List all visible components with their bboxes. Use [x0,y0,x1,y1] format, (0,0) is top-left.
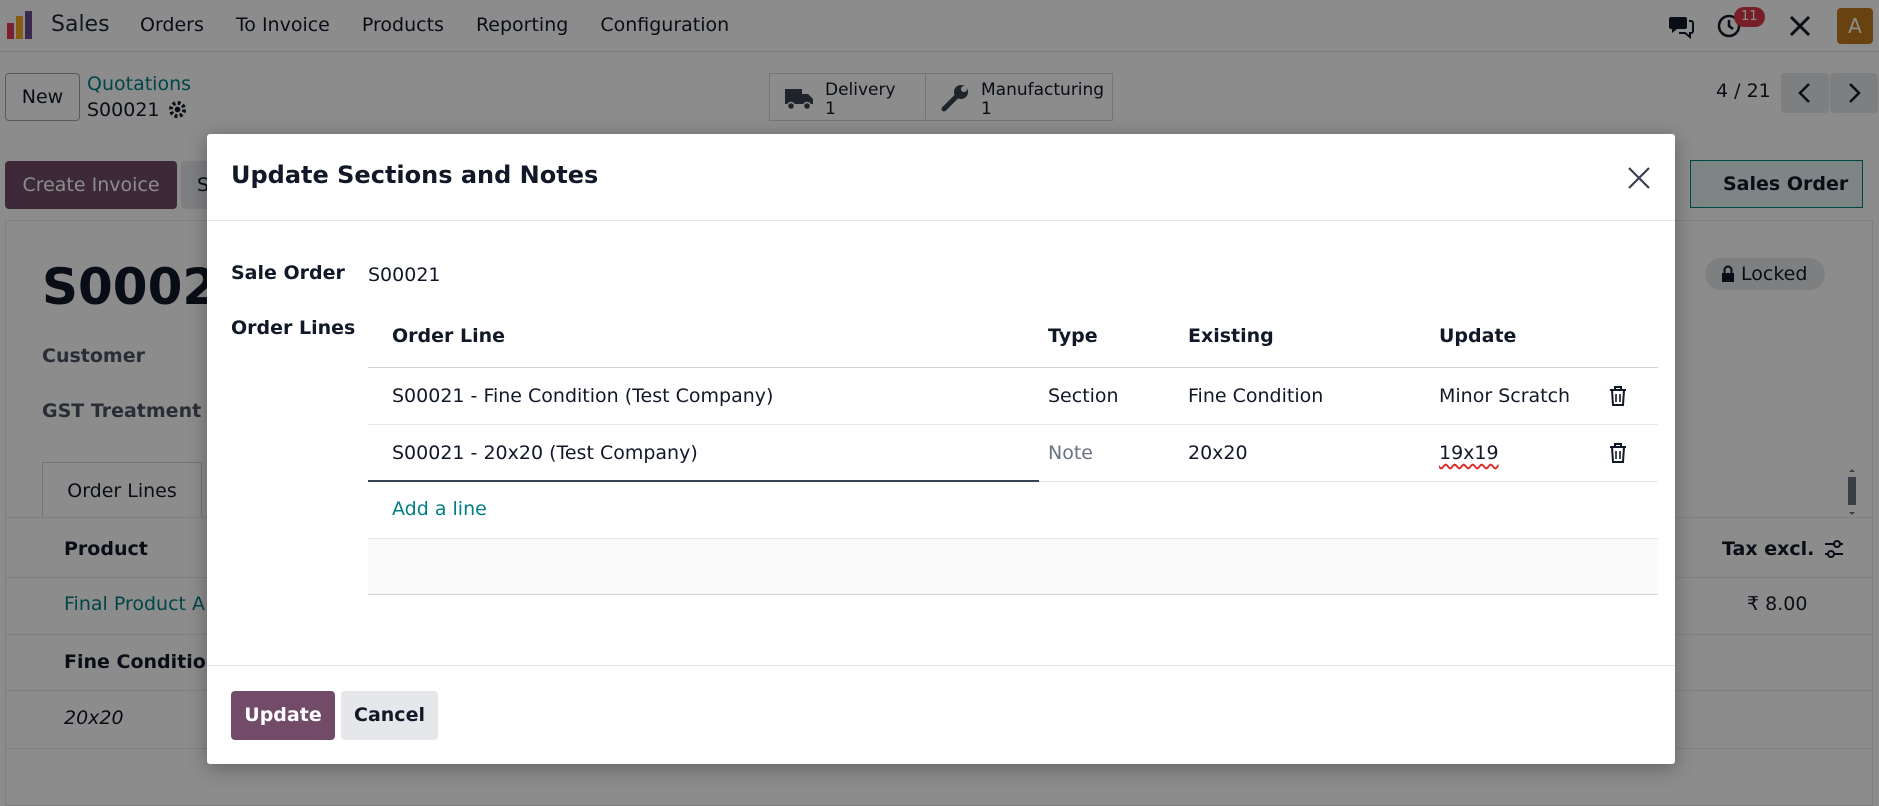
update-button[interactable]: Update [231,691,335,740]
dialog-header: Update Sections and Notes [207,134,1675,221]
row-order-line[interactable]: S00021 - 20x20 (Test Company) [392,442,698,464]
empty-grid-row [368,538,1658,595]
grid-header: Order Line Type Existing Update [368,306,1658,368]
row-existing[interactable]: Fine Condition [1188,385,1323,407]
table-row[interactable]: S00021 - Fine Condition (Test Company) S… [368,368,1658,425]
sale-order-label: Sale Order [231,262,345,284]
row-type[interactable]: Note [1048,442,1093,464]
row-update[interactable]: 19x19 [1439,442,1499,464]
column-existing: Existing [1188,325,1274,347]
column-update: Update [1439,325,1517,347]
row-order-line[interactable]: S00021 - Fine Condition (Test Company) [392,385,773,407]
table-row[interactable]: S00021 - 20x20 (Test Company) Note 20x20… [368,425,1658,482]
update-sections-dialog: Update Sections and Notes Sale Order S00… [207,134,1675,764]
sale-order-value: S00021 [368,264,441,286]
row-existing[interactable]: 20x20 [1188,442,1248,464]
add-a-line-link[interactable]: Add a line [392,498,487,520]
active-cell-underline [368,480,1039,482]
cancel-button[interactable]: Cancel [341,691,438,740]
order-lines-label: Order Lines [231,317,356,339]
close-icon[interactable] [1625,164,1653,192]
dialog-footer: Update Cancel [207,665,1675,764]
row-type[interactable]: Section [1048,385,1119,407]
dialog-title: Update Sections and Notes [231,161,599,189]
column-order-line: Order Line [392,325,506,347]
trash-icon[interactable] [1608,385,1628,407]
column-type: Type [1048,325,1098,347]
trash-icon[interactable] [1608,442,1628,464]
row-update[interactable]: Minor Scratch [1439,385,1570,407]
